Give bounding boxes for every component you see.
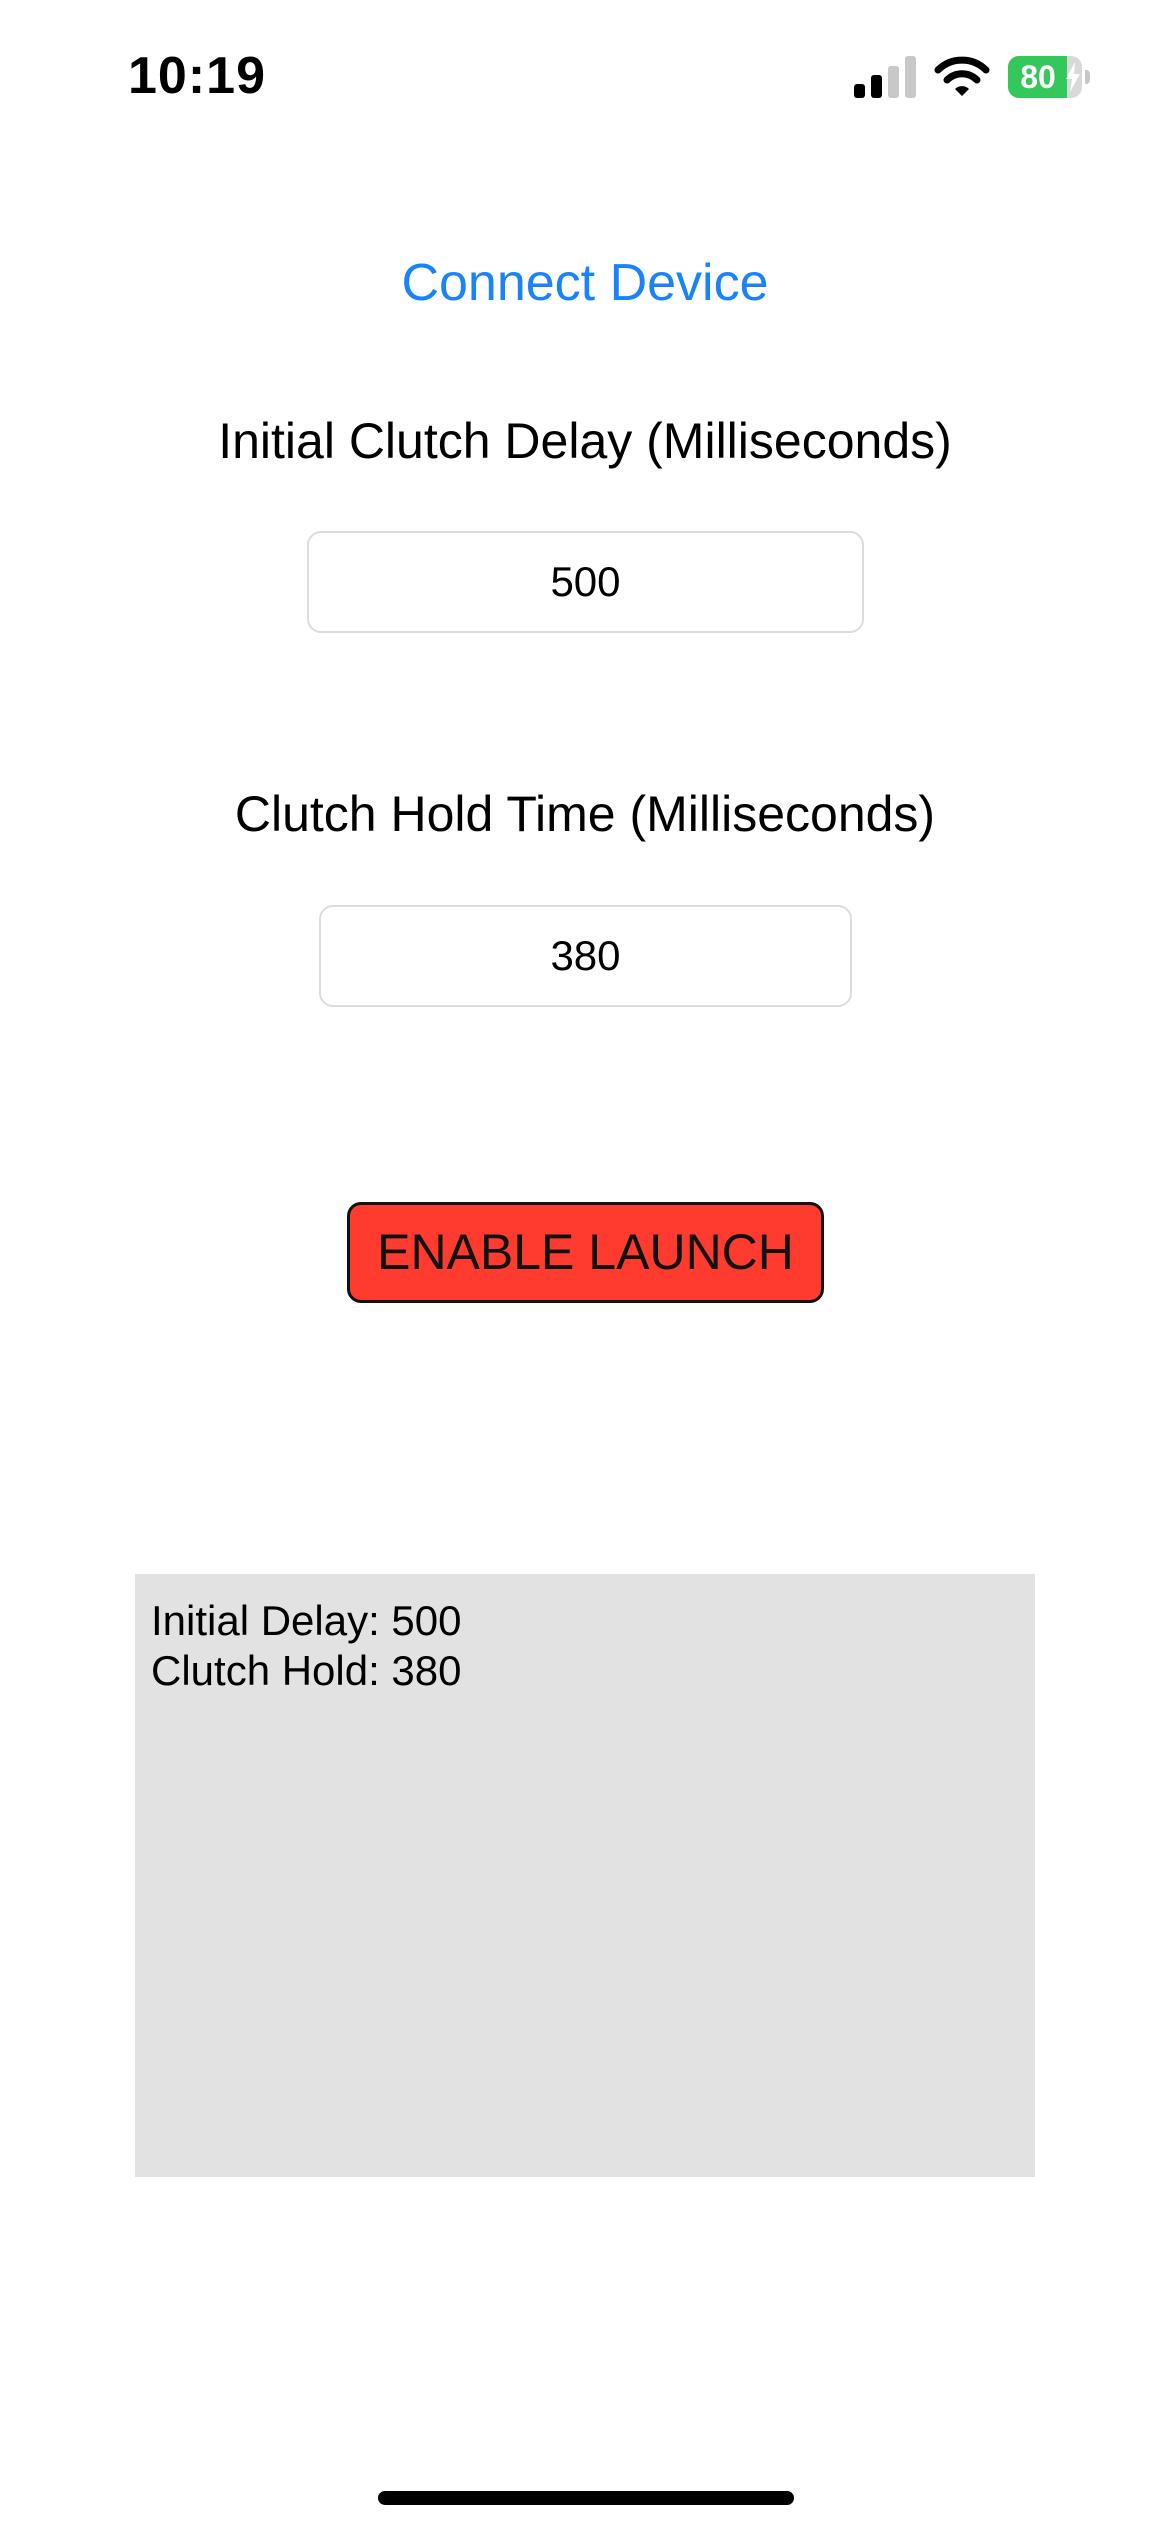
hold-time-label: Clutch Hold Time (Milliseconds) [234, 786, 936, 842]
battery-percent: 80 [1020, 59, 1056, 95]
initial-delay-label: Initial Clutch Delay (Milliseconds) [218, 413, 952, 469]
hold-time-input[interactable] [319, 905, 852, 1007]
battery-cap [1085, 70, 1090, 84]
battery-body: 80 [1008, 56, 1082, 98]
log-line-initial-delay: Initial Delay: 500 [151, 1597, 462, 1644]
log-panel: Initial Delay: 500 Clutch Hold: 380 [135, 1574, 1035, 2177]
initial-delay-input[interactable] [307, 531, 864, 633]
status-bar: 10:19 80 [0, 0, 1170, 150]
bolt-icon [1066, 62, 1080, 92]
log-line-clutch-hold: Clutch Hold: 380 [151, 1647, 462, 1694]
enable-launch-button[interactable]: ENABLE LAUNCH [347, 1202, 824, 1303]
connect-device-button[interactable]: Connect Device [0, 248, 1170, 318]
status-time: 10:19 [128, 47, 266, 105]
signal-icon [854, 56, 916, 98]
home-indicator[interactable] [378, 2491, 794, 2505]
battery-icon: 80 [1008, 56, 1090, 98]
wifi-icon [934, 56, 990, 96]
